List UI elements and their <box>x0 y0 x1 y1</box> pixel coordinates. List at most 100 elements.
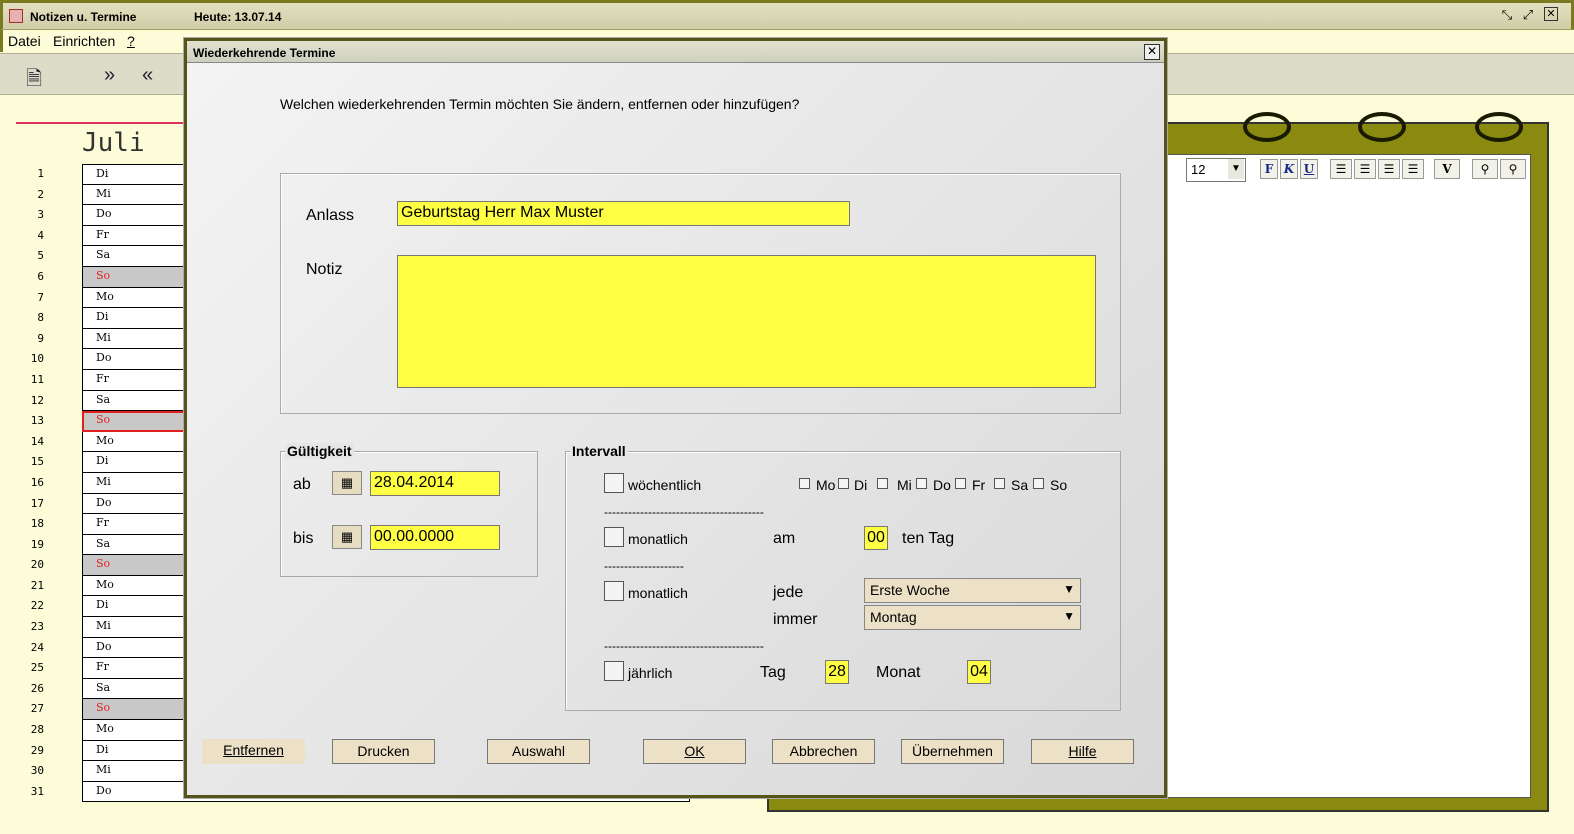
menu-help[interactable]: ? <box>127 33 135 49</box>
anlass-input[interactable]: Geburtstag Herr Max Muster <box>397 201 850 226</box>
monthly-week-label: monatlich <box>628 585 688 601</box>
menu-datei[interactable]: Datei <box>8 33 41 49</box>
weekday-label: Di <box>854 477 868 493</box>
monthly-day-label: monatlich <box>628 531 688 547</box>
title-bar: Notizen u. Termine Heute: 13.07.14 ⤡ ⤢ ✕ <box>0 0 1574 30</box>
chevron-down-icon: ▼ <box>1063 609 1075 623</box>
day-number: 17 <box>30 496 44 510</box>
day-number: 12 <box>30 393 44 407</box>
weekday-checkbox-sa[interactable] <box>994 478 1005 489</box>
yearly-label: jährlich <box>628 665 673 681</box>
previous-icon[interactable]: « <box>142 64 153 87</box>
editor-toolbar: 12 ▼ F K U ☰ ☰ ☰ ☰ V ⚲ ⚲ <box>1168 154 1538 186</box>
day-number: 15 <box>30 455 44 469</box>
separator: ---------------------------------------- <box>604 639 764 653</box>
abbrechen-button[interactable]: Abbrechen <box>772 739 875 764</box>
find-replace-icon[interactable]: ⚲ <box>1500 159 1526 179</box>
weekday-label: Do <box>933 477 951 493</box>
day-number: 8 <box>37 311 44 325</box>
weekly-checkbox[interactable] <box>604 473 624 493</box>
ok-button[interactable]: OK <box>643 739 746 764</box>
monat-label: Monat <box>876 664 921 681</box>
weekday-checkbox-di[interactable] <box>838 478 849 489</box>
entfernen-button[interactable]: Entfernen <box>202 739 305 764</box>
auswahl-button[interactable]: Auswahl <box>487 739 590 764</box>
day-number: 30 <box>30 764 44 778</box>
uebernehmen-button[interactable]: Übernehmen <box>901 739 1004 764</box>
day-number: 14 <box>30 434 44 448</box>
day-number: 9 <box>37 331 44 345</box>
dialog-question: Welchen wiederkehrenden Termin möchten S… <box>280 96 800 112</box>
ab-date-input[interactable]: 28.04.2014 <box>370 471 500 496</box>
weekday-checkbox-fr[interactable] <box>955 478 966 489</box>
weekday-checkbox-so[interactable] <box>1033 478 1044 489</box>
day-number: 3 <box>37 208 44 222</box>
day-number: 26 <box>30 681 44 695</box>
menu-einrichten[interactable]: Einrichten <box>53 33 115 49</box>
day-of-month-input[interactable]: 00 <box>864 526 888 550</box>
day-number: 2 <box>37 187 44 201</box>
day-number: 13 <box>30 414 44 428</box>
day-number: 21 <box>30 578 44 592</box>
calendar-icon[interactable]: ▦ <box>332 471 362 495</box>
drucken-button[interactable]: Drucken <box>332 739 435 764</box>
weekday-label: Mo <box>816 477 836 493</box>
binoculars-icon[interactable]: ⚲ <box>1472 159 1498 179</box>
yearly-checkbox[interactable] <box>604 661 624 681</box>
anlass-label: Anlass <box>306 207 355 224</box>
day-number: 19 <box>30 537 44 551</box>
day-number: 31 <box>30 784 44 798</box>
align-center-icon[interactable]: ☰ <box>1354 159 1376 179</box>
weekday-select[interactable]: Montag ▼ <box>864 605 1081 630</box>
day-number: 11 <box>30 372 44 386</box>
justify-icon[interactable]: ☰ <box>1402 159 1424 179</box>
chevron-down-icon[interactable]: ▼ <box>1228 159 1244 179</box>
v-button[interactable]: V <box>1434 159 1460 179</box>
validity-title: Gültigkeit <box>285 443 354 459</box>
next-icon[interactable]: » <box>104 64 115 87</box>
align-left-icon[interactable]: ☰ <box>1330 159 1352 179</box>
weekday-label: Mi <box>897 477 912 493</box>
weekday-checkbox-mi[interactable] <box>877 478 888 489</box>
italic-button[interactable]: K <box>1280 159 1298 179</box>
monthly-week-checkbox[interactable] <box>604 581 624 601</box>
yearly-day-input[interactable]: 28 <box>825 660 849 684</box>
jede-label: jede <box>773 584 804 601</box>
day-number: 23 <box>30 620 44 634</box>
bold-button[interactable]: F <box>1260 159 1278 179</box>
new-note-icon[interactable]: 🗎 <box>26 64 42 98</box>
bis-date-input[interactable]: 00.00.0000 <box>370 525 500 550</box>
am-label: am <box>773 530 796 547</box>
restore-icon[interactable]: ⤡ <box>1499 7 1515 23</box>
month-divider <box>16 122 196 124</box>
weekly-label: wöchentlich <box>628 477 702 493</box>
day-number: 27 <box>30 702 44 716</box>
weekday-checkbox-do[interactable] <box>916 478 927 489</box>
recurring-appointments-dialog: Wiederkehrende Termine ✕ Welchen wiederk… <box>184 38 1167 798</box>
maximize-icon[interactable]: ⤢ <box>1520 7 1536 23</box>
validity-group: Gültigkeit <box>280 443 538 577</box>
week-select[interactable]: Erste Woche ▼ <box>864 578 1081 603</box>
align-right-icon[interactable]: ☰ <box>1378 159 1400 179</box>
dialog-title: Wiederkehrende Termine <box>187 41 1164 63</box>
underline-button[interactable]: U <box>1300 159 1318 179</box>
immer-label: immer <box>773 611 818 628</box>
hilfe-button[interactable]: Hilfe <box>1031 739 1134 764</box>
monthly-day-checkbox[interactable] <box>604 527 624 547</box>
day-number: 4 <box>37 228 44 242</box>
calendar-icon[interactable]: ▦ <box>332 525 362 549</box>
interval-title: Intervall <box>570 443 628 459</box>
day-number: 22 <box>30 599 44 613</box>
yearly-month-input[interactable]: 04 <box>967 660 991 684</box>
dialog-close-icon[interactable]: ✕ <box>1144 44 1160 60</box>
weekday-label: So <box>1050 477 1068 493</box>
binder-ring-icon <box>1475 112 1523 142</box>
separator: -------------------- <box>604 559 684 573</box>
day-number: 5 <box>37 249 44 263</box>
ten-tag-label: ten Tag <box>902 530 955 547</box>
close-icon[interactable]: ✕ <box>1544 7 1558 21</box>
day-number: 29 <box>30 743 44 757</box>
weekday-checkbox-mo[interactable] <box>799 478 810 489</box>
chevron-down-icon: ▼ <box>1063 582 1075 596</box>
notiz-textarea[interactable] <box>397 255 1096 388</box>
